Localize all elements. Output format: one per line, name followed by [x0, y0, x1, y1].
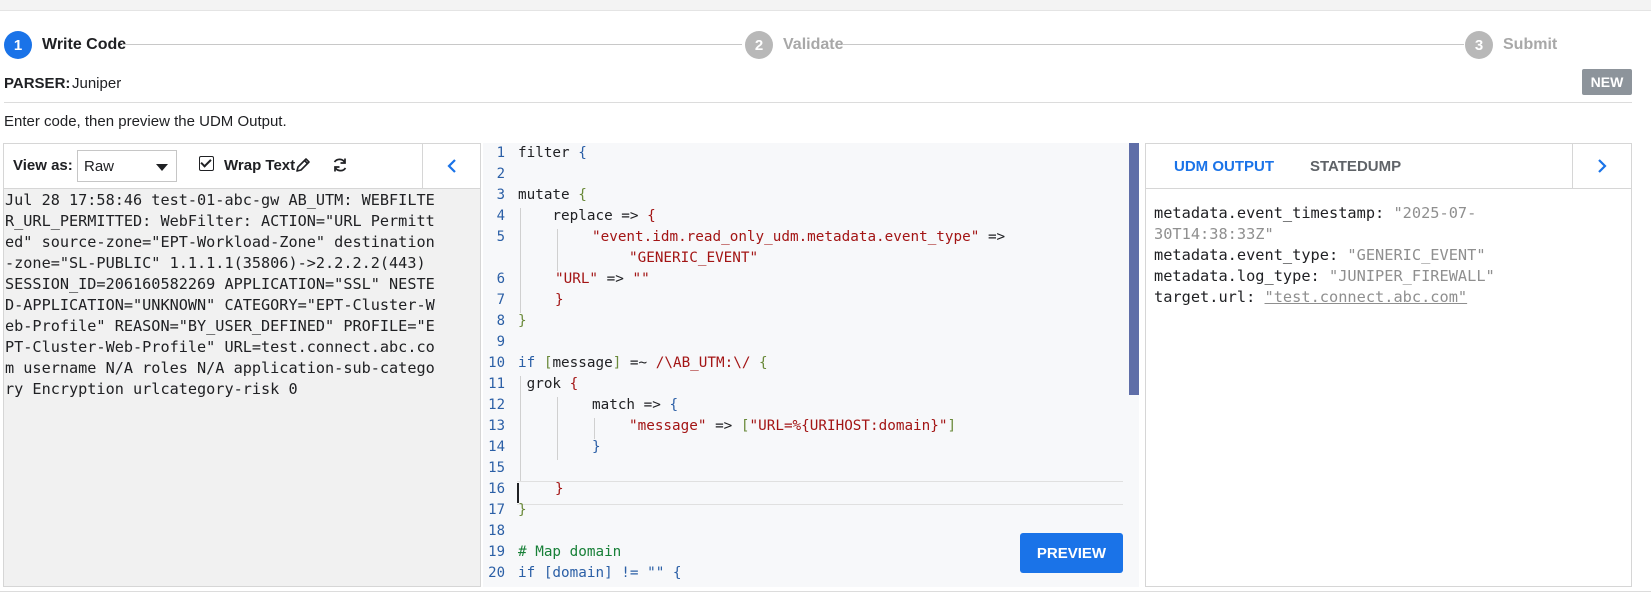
code-line: mutate {: [518, 187, 587, 203]
line-number: 1: [496, 145, 505, 161]
udm-field: 30T14:38:33Z": [1154, 225, 1274, 243]
line-number: 8: [496, 313, 505, 329]
wrap-text-label[interactable]: Wrap Text: [224, 157, 295, 174]
code-line: }: [555, 481, 564, 497]
output-panel: UDM OUTPUT STATEDUMP metadata.event_time…: [1145, 143, 1632, 587]
line-number: 4: [496, 208, 505, 224]
step-label: Validate: [783, 36, 844, 53]
step-label: Submit: [1503, 36, 1558, 53]
code-line: grok {: [518, 376, 579, 392]
log-line: -zone="SL-PUBLIC" 1.1.1.1(35806)->2.2.2.…: [5, 254, 426, 272]
line-number: 17: [488, 502, 505, 518]
line-number: 14: [488, 439, 505, 455]
line-number: 15: [488, 460, 505, 476]
indent-guide: [594, 418, 595, 439]
chevron-left-icon: [447, 159, 456, 173]
parser-key: PARSER:: [4, 75, 71, 92]
view-as-value: Raw: [84, 158, 115, 175]
current-line-highlight: [517, 481, 1123, 505]
log-line: ry Encryption urlcategory-risk 0: [5, 380, 298, 398]
udm-field: target.url: "test.connect.abc.com": [1154, 288, 1468, 306]
step-connector: [122, 44, 742, 45]
line-number: 6: [496, 271, 505, 287]
log-line: D-APPLICATION="UNKNOWN" CATEGORY="EPT-Cl…: [5, 296, 435, 314]
line-number: 11: [488, 376, 505, 392]
new-badge: NEW: [1582, 69, 1632, 95]
preview-button[interactable]: PREVIEW: [1020, 533, 1123, 573]
code-editor[interactable]: 1 2 3 4 5 6 7 8 9 10 11 12 13 14 15 16 1…: [483, 143, 1139, 587]
target-url-link[interactable]: "test.connect.abc.com": [1265, 288, 1468, 306]
code-line: "message" => ["URL=%{URIHOST:domain}"]: [629, 418, 957, 434]
indent-guide: [557, 397, 558, 460]
log-line: Jul 28 17:58:46 test-01-abc-gw AB_UTM: W…: [5, 191, 435, 209]
parser-name: Juniper: [72, 75, 122, 92]
line-number: 13: [488, 418, 505, 434]
text-cursor: [517, 483, 519, 503]
log-line: R_URL_PERMITTED: WebFilter: ACTION="URL …: [5, 212, 435, 230]
step-validate[interactable]: 2 Validate: [745, 30, 843, 60]
step-number: 1: [4, 31, 32, 59]
code-line: "URL" => "": [555, 271, 650, 287]
output-tabs: UDM OUTPUT STATEDUMP: [1146, 144, 1631, 189]
parser-row: PARSER: Juniper NEW: [4, 69, 1632, 103]
line-number: 18: [488, 523, 505, 539]
view-as-select[interactable]: Raw: [77, 150, 177, 182]
tab-statedump[interactable]: STATEDUMP: [1310, 158, 1401, 175]
code-line: filter {: [518, 145, 587, 161]
tab-udm-output[interactable]: UDM OUTPUT: [1174, 158, 1274, 175]
code-line: replace => {: [518, 208, 656, 224]
code-line: # Map domain: [518, 544, 622, 560]
raw-log-toolbar: View as: Raw Wrap Text: [4, 144, 480, 189]
indent-guide: [557, 229, 558, 271]
line-number: 3: [496, 187, 505, 203]
line-number: 12: [488, 397, 505, 413]
code-line: }: [592, 439, 601, 455]
udm-field: metadata.event_type: "GENERIC_EVENT": [1154, 246, 1486, 264]
wrap-text-checkbox[interactable]: [199, 156, 214, 171]
log-line: m username N/A roles N/A application-sub…: [5, 359, 435, 377]
udm-field: metadata.event_timestamp: "2025-07-: [1154, 204, 1477, 222]
log-line: eb-Profile" REASON="BY_USER_DEFINED" PRO…: [5, 317, 435, 335]
refresh-icon[interactable]: [330, 155, 350, 175]
step-number: 3: [1465, 31, 1493, 59]
bottom-divider: [0, 591, 1651, 592]
step-submit[interactable]: 3 Submit: [1465, 30, 1557, 60]
top-bar: [0, 0, 1651, 11]
code-line: if [domain] != "" {: [518, 565, 682, 581]
line-number: 16: [488, 481, 505, 497]
editor-scrollbar[interactable]: [1129, 143, 1139, 395]
chevron-right-icon: [1598, 159, 1607, 173]
collapse-right-button[interactable]: [1572, 144, 1631, 188]
log-line: ed" source-zone="EPT-Workload-Zone" dest…: [5, 233, 435, 251]
step-connector: [842, 44, 1464, 45]
code-line: "GENERIC_EVENT": [629, 250, 759, 266]
code-line: }: [555, 292, 564, 308]
code-line: match => {: [592, 397, 679, 413]
log-line: SESSION_ID=206160582269 APPLICATION="SSL…: [5, 275, 435, 293]
line-number: 19: [488, 544, 505, 560]
line-number: 10: [488, 355, 505, 371]
step-write-code[interactable]: 1 Write Code: [4, 30, 126, 60]
line-number: 2: [496, 166, 505, 182]
stepper: 1 Write Code 2 Validate 3 Submit: [4, 30, 1636, 60]
code-line: if [message] =~ /\AB_UTM:\/ {: [518, 355, 768, 371]
view-as-label: View as:: [13, 157, 73, 174]
pencil-icon[interactable]: [293, 155, 313, 175]
instruction-text: Enter code, then preview the UDM Output.: [4, 113, 287, 130]
line-number: 20: [488, 565, 505, 581]
log-line: PT-Cluster-Web-Profile" URL=test.connect…: [5, 338, 435, 356]
code-line: }: [518, 313, 527, 329]
udm-field: metadata.log_type: "JUNIPER_FIREWALL": [1154, 267, 1495, 285]
caret-down-icon: [156, 164, 168, 171]
raw-log-text[interactable]: Jul 28 17:58:46 test-01-abc-gw AB_UTM: W…: [5, 190, 477, 400]
line-number: 9: [496, 334, 505, 350]
step-number: 2: [745, 31, 773, 59]
line-number: 5: [496, 229, 505, 245]
raw-log-panel: View as: Raw Wrap Text Jul 28 17:58:46 t…: [3, 143, 481, 587]
code-line: "event.idm.read_only_udm.metadata.event_…: [592, 229, 1006, 245]
code-line: }: [518, 502, 527, 518]
line-number: 7: [496, 292, 505, 308]
step-label: Write Code: [42, 36, 127, 53]
collapse-left-button[interactable]: [422, 144, 481, 188]
